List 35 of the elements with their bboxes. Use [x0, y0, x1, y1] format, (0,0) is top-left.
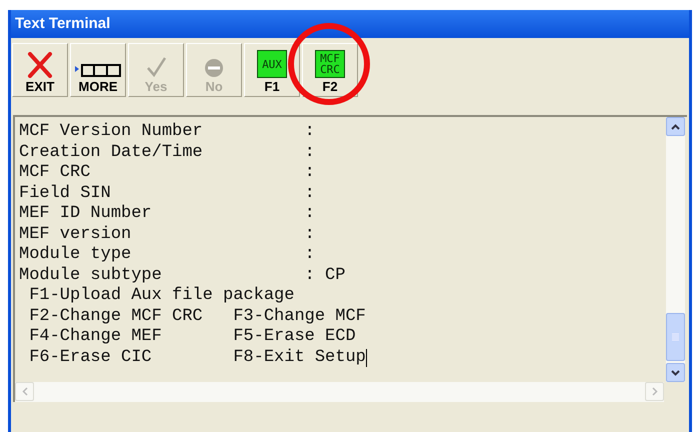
terminal-line: MEF version : — [19, 224, 315, 245]
toolbar-button[interactable]: MORE — [70, 43, 126, 97]
terminal-line: Module subtype : CP — [19, 266, 346, 286]
badge-text: AUX — [262, 58, 282, 70]
chevron-down-icon — [671, 370, 680, 376]
toolbar-button[interactable]: AUX F1 — [244, 43, 300, 97]
vertical-scrollbar[interactable] — [666, 117, 685, 382]
grip-icon — [672, 333, 679, 341]
terminal-line: F4-Change MEF F5-Erase ECD — [28, 327, 356, 348]
toolbar-button[interactable]: MCF CRC F2 — [302, 43, 358, 97]
terminal-line: MEF ID Number : — [19, 204, 315, 224]
terminal-line: F6-Erase CIC F8-Exit Setup — [28, 348, 366, 368]
horizontal-scrollbar[interactable] — [15, 382, 664, 402]
terminal-line: MCF CRC : — [19, 163, 315, 184]
chevron-up-icon — [671, 124, 680, 130]
check-icon — [145, 56, 167, 78]
window-title: Text Terminal — [15, 14, 110, 34]
terminal-line: Creation Date/Time : — [19, 142, 315, 163]
cross-icon — [27, 52, 53, 78]
badge-text: CRC — [320, 64, 340, 75]
scroll-left-button[interactable] — [15, 382, 34, 401]
terminal-line: F2-Change MCF CRC F3-Change MCF — [28, 306, 366, 327]
scroll-down-button[interactable] — [666, 363, 685, 382]
badge-text: MCF — [320, 53, 340, 64]
toolbar-button[interactable]: EXIT — [12, 43, 68, 97]
segments-icon — [74, 64, 122, 78]
terminal-line: Field SIN : — [19, 184, 315, 204]
minus-circle-icon — [204, 58, 224, 78]
chevron-left-icon — [22, 387, 28, 396]
terminal-line: MCF Version Number : — [19, 122, 315, 142]
scroll-thumb[interactable] — [666, 313, 685, 361]
terminal-line: F1-Upload Aux file package — [28, 286, 294, 306]
scroll-up-button[interactable] — [666, 117, 685, 136]
terminal-line: Module type : — [19, 245, 315, 266]
chevron-right-icon — [652, 387, 658, 396]
